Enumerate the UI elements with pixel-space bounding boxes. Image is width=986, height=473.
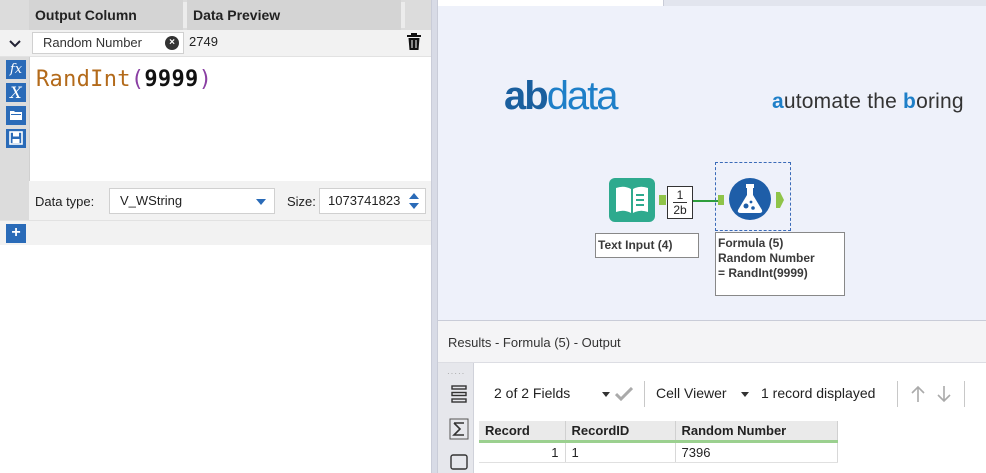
formula-row: Random Number × 2749 <box>0 30 431 57</box>
data-preview-value: 2749 <box>189 34 218 49</box>
expression-argument: 9999 <box>144 67 199 92</box>
open-folder-icon[interactable] <box>6 106 26 125</box>
cell-recordid[interactable]: 1 <box>565 441 676 463</box>
formula-config-panel: Output Column Data Preview Random Number… <box>0 0 431 473</box>
data-type-select[interactable]: V_WString <box>109 188 275 214</box>
grip-handle[interactable]: ····· <box>447 369 465 378</box>
text-input-output-anchor[interactable] <box>659 195 666 205</box>
column-header-record[interactable]: Record <box>479 421 566 443</box>
toolbar-separator <box>644 381 645 407</box>
results-title: Results - Formula (5) - Output <box>438 321 986 363</box>
results-view-bar: ····· <box>438 363 474 473</box>
cell-viewer-selector[interactable]: Cell Viewer <box>656 385 727 401</box>
expression-close-paren: ) <box>198 67 213 92</box>
chevron-down-icon[interactable] <box>741 392 749 397</box>
tagline-a: a <box>772 90 784 113</box>
logo-part-ab: ab <box>504 74 549 118</box>
column-header-recordid[interactable]: RecordID <box>565 421 676 443</box>
variable-icon[interactable]: X <box>6 83 26 102</box>
trash-icon[interactable] <box>406 33 424 53</box>
records-count: 1 record displayed <box>761 385 876 401</box>
metadata-icon[interactable] <box>449 451 469 473</box>
cell-record[interactable]: 1 <box>479 441 566 463</box>
expression-text: RandInt(9999) <box>36 67 212 92</box>
toolbar-separator <box>897 381 898 407</box>
output-column-value: Random Number <box>43 35 142 50</box>
data-type-row: Data type: V_WString Size: 1073741823 <box>29 181 431 220</box>
checkmark-icon[interactable] <box>615 387 633 401</box>
connection-label-1: 1 <box>676 188 684 202</box>
tool-formula-annotation: Formula (5) Random Number = RandInt(9999… <box>715 232 845 296</box>
arrow-up-icon[interactable] <box>910 385 926 403</box>
canvas-tabstrip <box>663 0 986 6</box>
column-header-random-number[interactable]: Random Number <box>675 421 838 443</box>
clear-icon[interactable]: × <box>165 36 179 50</box>
arrow-down-icon[interactable] <box>936 385 952 403</box>
chevron-down-icon[interactable] <box>602 392 610 397</box>
connection-record-count: 1 2b <box>667 186 693 219</box>
workflow-canvas[interactable]: abdata automate the boring 1 2b Text Inp… <box>438 0 986 320</box>
tagline: automate the boring <box>772 90 964 114</box>
size-label: Size: <box>287 194 316 209</box>
tagline-d: oring <box>916 90 964 113</box>
add-formula-row: + <box>0 220 431 245</box>
header-output-column[interactable]: Output Column <box>29 0 183 30</box>
company-logo: abdata <box>504 74 619 119</box>
connection-label-2: 2b <box>673 203 687 217</box>
expression-function: RandInt <box>36 67 131 92</box>
formula-output-anchor[interactable] <box>776 192 784 208</box>
canvas-tab[interactable] <box>438 0 663 6</box>
logo-part-data: data <box>546 74 619 118</box>
save-icon[interactable] <box>6 129 26 148</box>
tool-formula-field: Random Number <box>718 251 815 265</box>
grid-header: Output Column Data Preview <box>0 0 431 30</box>
text-input-book-icon[interactable] <box>609 178 655 222</box>
size-value: 1073741823 <box>328 193 401 208</box>
tool-text-input-label: Text Input (4) <box>595 233 699 258</box>
results-toolbar: 2 of 2 Fields Cell Viewer 1 record displ… <box>474 363 986 419</box>
toolbar-separator <box>964 381 965 407</box>
sigma-icon[interactable] <box>449 418 469 440</box>
output-column-field[interactable]: Random Number × <box>32 32 184 54</box>
tool-formula-label: Formula (5) <box>718 236 784 250</box>
chevron-down-icon <box>256 199 266 205</box>
results-table: Record RecordID Random Number 1 1 7396 <box>479 421 838 463</box>
table-row[interactable]: 1 1 7396 <box>479 441 838 463</box>
header-separator <box>401 2 405 28</box>
table-header-row: Record RecordID Random Number <box>479 421 838 443</box>
fields-selector[interactable]: 2 of 2 Fields <box>494 385 570 401</box>
size-input[interactable]: 1073741823 <box>319 188 426 214</box>
pane-splitter[interactable] <box>431 0 438 473</box>
formula-flask-icon[interactable] <box>728 177 772 221</box>
results-panel: Results - Formula (5) - Output ····· 2 o… <box>438 320 986 473</box>
tagline-c: b <box>903 90 917 113</box>
cell-random-number[interactable]: 7396 <box>675 441 838 463</box>
editor-toolbar: fx X <box>0 57 29 220</box>
formula-fx-icon[interactable]: fx <box>6 60 26 79</box>
tool-formula-expression: = RandInt(9999) <box>718 266 808 280</box>
data-type-value: V_WString <box>120 193 183 208</box>
add-icon[interactable]: + <box>6 224 26 243</box>
tagline-b: utomate the <box>783 90 904 113</box>
expression-area: fx X RandInt(9999) Data type: V_WString … <box>0 57 431 220</box>
spinner-icon[interactable] <box>407 191 421 211</box>
chevron-down-icon[interactable] <box>4 33 26 55</box>
header-data-preview[interactable]: Data Preview <box>187 0 401 30</box>
data-type-label: Data type: <box>35 194 95 209</box>
expression-editor[interactable]: RandInt(9999) <box>29 57 431 181</box>
list-icon[interactable] <box>449 383 469 405</box>
expression-open-paren: ( <box>130 67 145 92</box>
